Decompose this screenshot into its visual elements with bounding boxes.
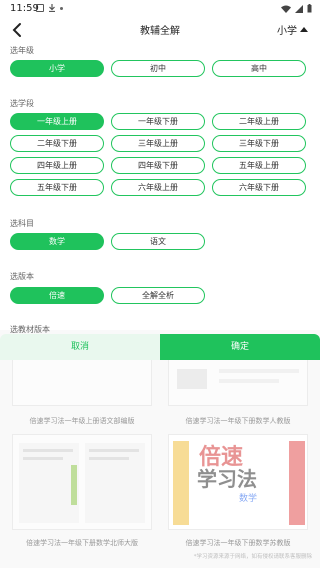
term-option[interactable]: 六年级下册 xyxy=(212,179,306,196)
more-dot-icon xyxy=(60,7,63,10)
screenshot-notification-icon xyxy=(36,4,44,12)
term-option[interactable]: 三年级下册 xyxy=(212,135,306,152)
level-dropdown[interactable]: 小学 xyxy=(277,22,308,37)
confirm-button[interactable]: 确定 xyxy=(160,334,320,360)
caret-up-icon xyxy=(300,27,308,32)
term-option[interactable]: 四年级上册 xyxy=(10,157,104,174)
grade-option-primary[interactable]: 小学 xyxy=(10,60,104,77)
notification-icons xyxy=(36,4,63,12)
version-section-label: 选版本 xyxy=(10,272,34,281)
status-time: 11:59 xyxy=(10,3,39,14)
subject-option-math[interactable]: 数学 xyxy=(10,233,104,250)
battery-icon xyxy=(307,4,312,13)
action-bar: 取消 确定 xyxy=(0,334,320,360)
term-option[interactable]: 六年级上册 xyxy=(111,179,205,196)
page-title: 教辅全解 xyxy=(140,26,180,37)
book-grid-background: 倍速学习法一年级上册语文部编版 倍速学习法一年级下册数学人教版 倍速 学习法 数… xyxy=(0,330,320,568)
status-bar: 11:59 xyxy=(0,0,320,18)
term-option[interactable]: 五年级下册 xyxy=(10,179,104,196)
dim-overlay xyxy=(0,330,320,568)
grade-section-label: 选年级 xyxy=(10,46,34,55)
level-dropdown-label: 小学 xyxy=(277,26,297,37)
cancel-button[interactable]: 取消 xyxy=(0,334,160,360)
term-option[interactable]: 一年级下册 xyxy=(111,113,205,130)
top-app-bar: 教辅全解 小学 xyxy=(0,18,320,42)
grade-option-senior[interactable]: 高中 xyxy=(212,60,306,77)
term-option[interactable]: 三年级上册 xyxy=(111,135,205,152)
term-option[interactable]: 二年级下册 xyxy=(10,135,104,152)
term-option[interactable]: 四年级下册 xyxy=(111,157,205,174)
signal-icon xyxy=(295,4,303,13)
term-option[interactable]: 五年级上册 xyxy=(212,157,306,174)
wifi-icon xyxy=(281,5,291,13)
grade-option-junior[interactable]: 初中 xyxy=(111,60,205,77)
version-option-full-analysis[interactable]: 全解全析 xyxy=(111,287,205,304)
term-option[interactable]: 一年级上册 xyxy=(10,113,104,130)
subject-option-chinese[interactable]: 语文 xyxy=(111,233,205,250)
term-option[interactable]: 二年级上册 xyxy=(212,113,306,130)
version-option-beisu[interactable]: 倍速 xyxy=(10,287,104,304)
subject-section-label: 选科目 xyxy=(10,219,34,228)
download-notification-icon xyxy=(49,4,55,12)
system-icons xyxy=(281,4,312,13)
term-section-label: 选学段 xyxy=(10,99,34,108)
